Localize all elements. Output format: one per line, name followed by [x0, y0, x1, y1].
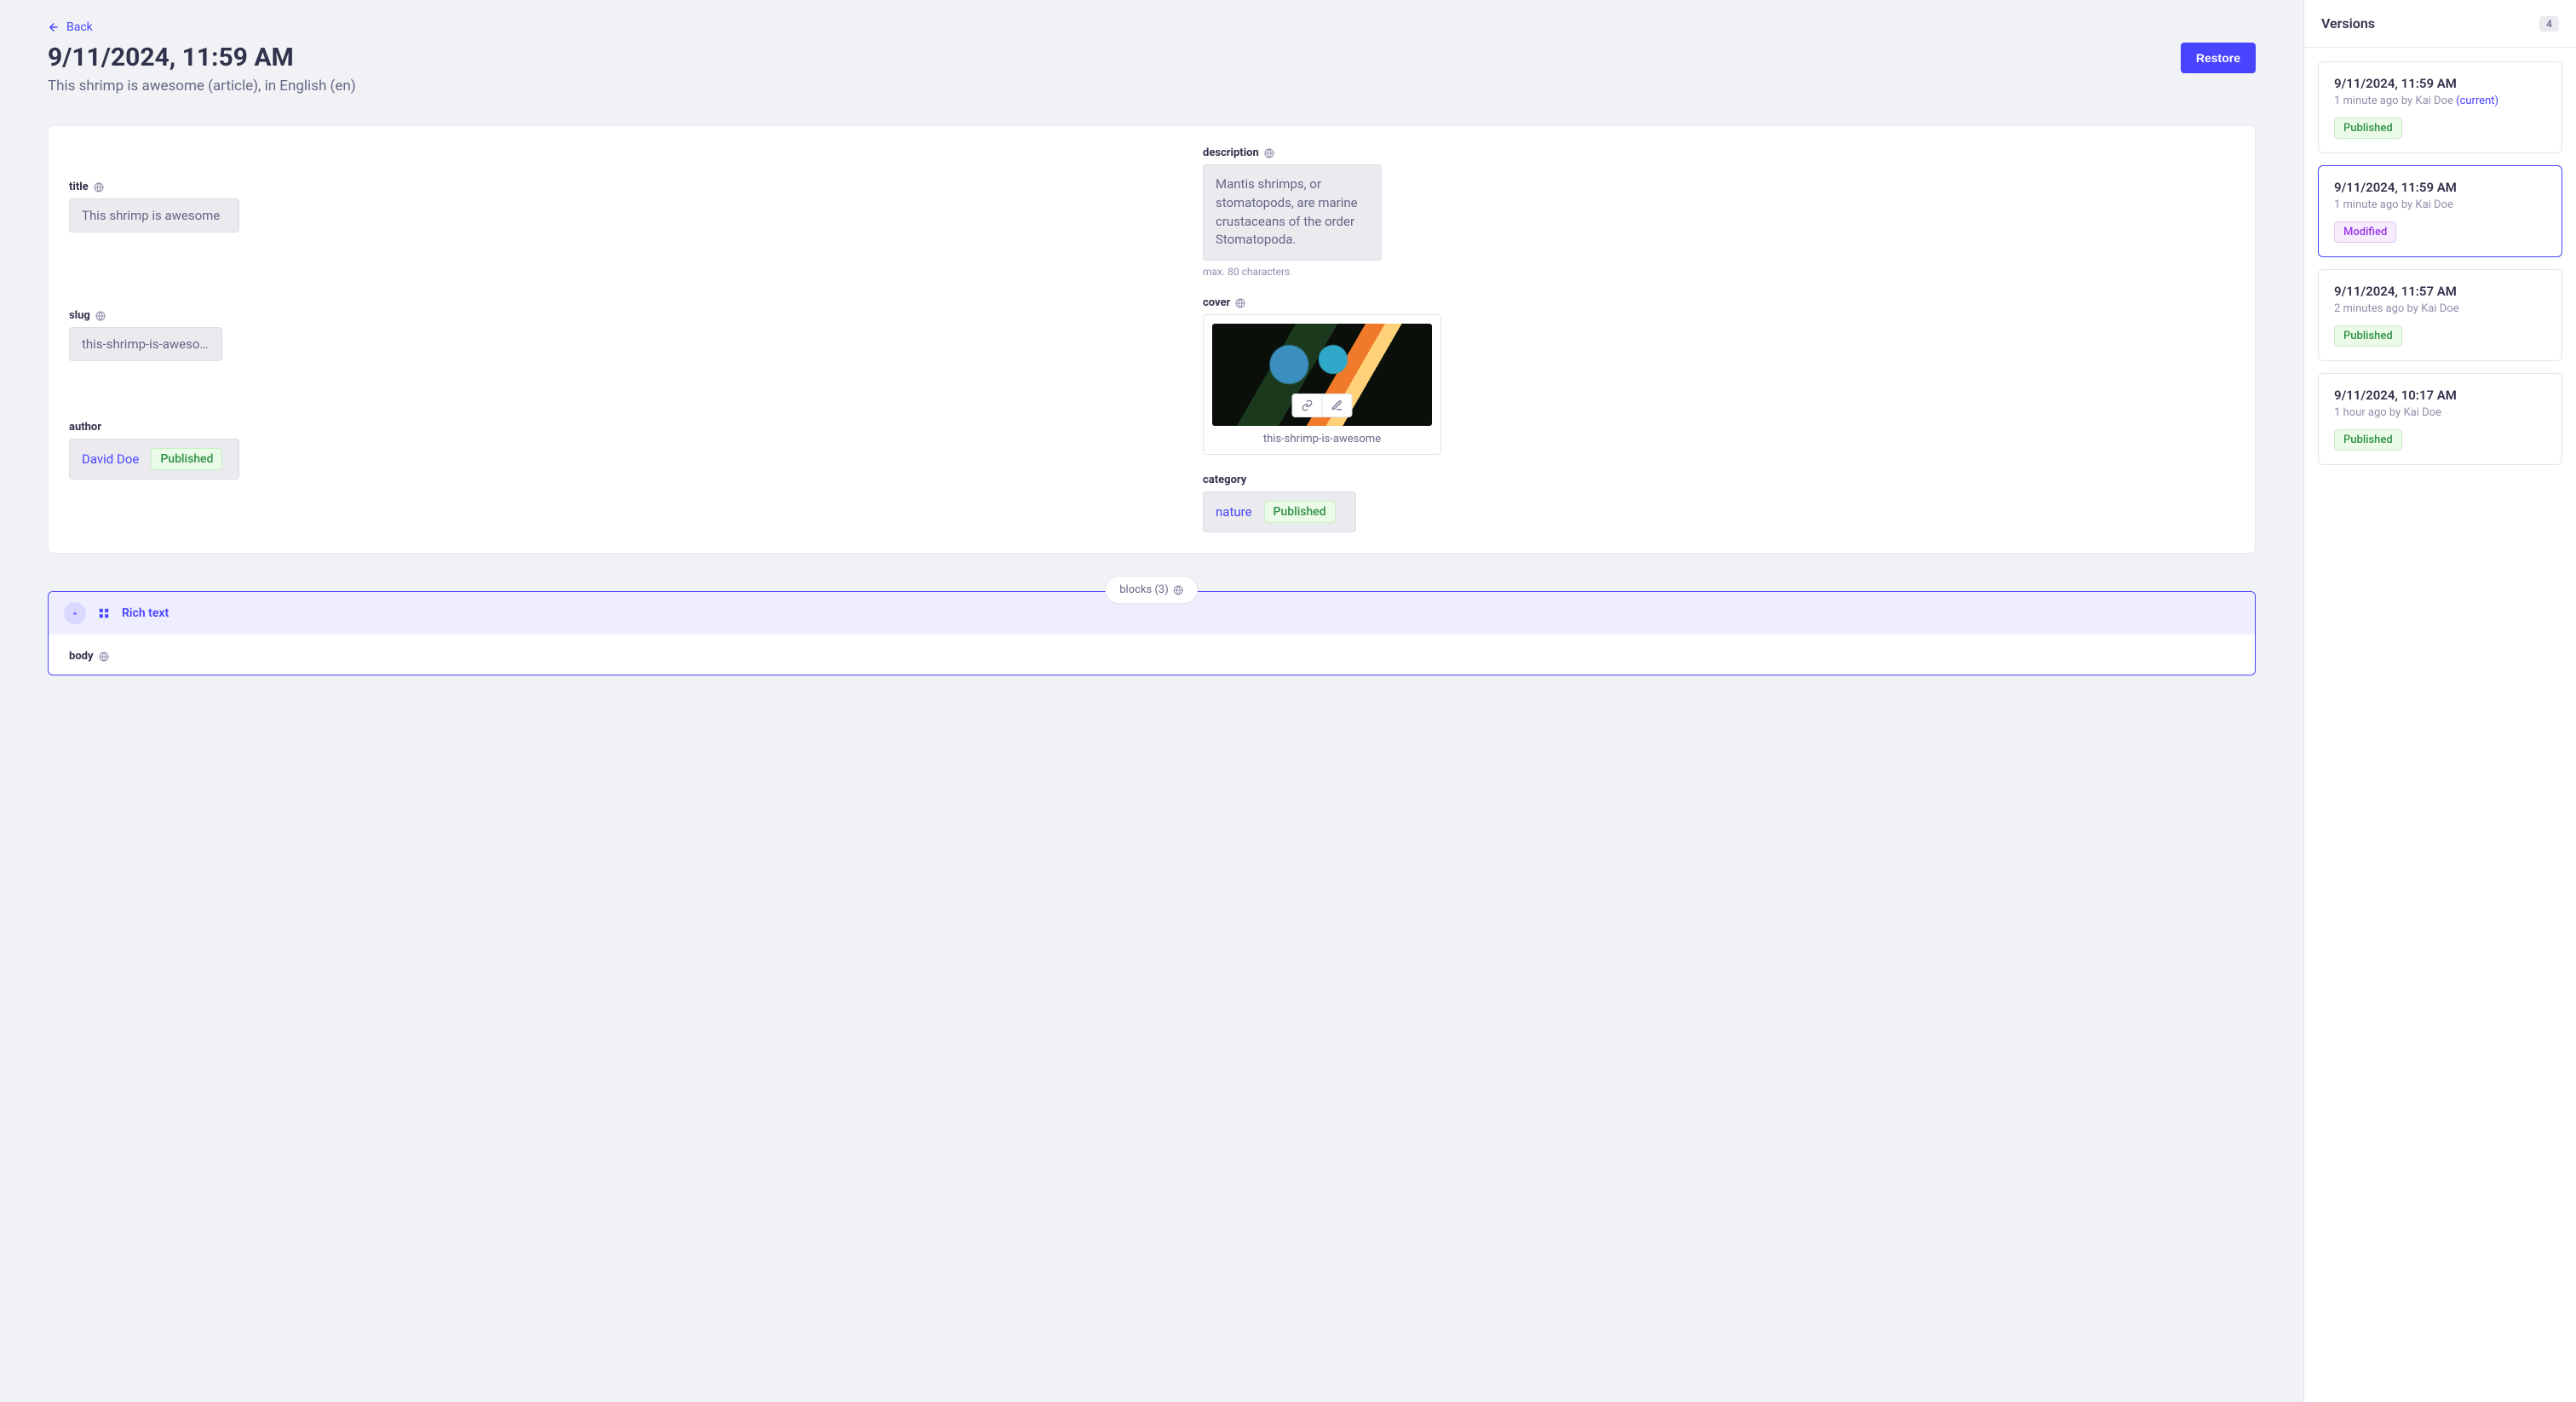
cover-media-box: this-shrimp-is-awesome [1203, 314, 1441, 455]
category-link[interactable]: nature [1216, 504, 1252, 520]
back-label: Back [66, 20, 93, 34]
pencil-icon [1331, 399, 1343, 411]
category-label: category [1203, 474, 1246, 486]
page-title: 9/11/2024, 11:59 AM [48, 43, 356, 72]
blocks-pill: blocks (3) [1105, 576, 1198, 604]
category-relation: nature Published [1203, 491, 1356, 532]
author-link[interactable]: David Doe [82, 451, 139, 467]
version-title: 9/11/2024, 11:59 AM [2334, 76, 2546, 91]
version-current-marker: (current) [2456, 95, 2498, 107]
description-hint: max. 80 characters [1203, 266, 2234, 278]
version-subtext: 1 minute ago by Kai Doe (current) [2334, 95, 2546, 107]
version-card[interactable]: 9/11/2024, 11:57 AM 2 minutes ago by Kai … [2318, 269, 2562, 361]
version-subtext: 1 minute ago by Kai Doe [2334, 198, 2546, 211]
title-field: This shrimp is awesome [69, 198, 239, 233]
version-status-badge: Published [2334, 429, 2402, 451]
block-type-label: Rich text [122, 606, 169, 620]
version-card[interactable]: 9/11/2024, 11:59 AM 1 minute ago by Kai D… [2318, 165, 2562, 257]
globe-icon [94, 182, 104, 192]
version-card[interactable]: 9/11/2024, 10:17 AM 1 hour ago by Kai Doe… [2318, 373, 2562, 465]
description-label: description [1203, 147, 1259, 159]
version-status-badge: Published [2334, 118, 2402, 139]
blocks-pill-label: blocks (3) [1119, 583, 1168, 596]
globe-icon [1235, 298, 1245, 308]
version-title: 9/11/2024, 11:59 AM [2334, 180, 2546, 195]
author-status-badge: Published [151, 448, 222, 470]
cover-image [1212, 324, 1432, 426]
block-collapse-button[interactable] [64, 602, 86, 624]
globe-icon [1264, 148, 1274, 158]
versions-heading: Versions [2321, 15, 2375, 32]
slug-label: slug [69, 309, 90, 322]
globe-icon [95, 311, 106, 321]
author-label: author [69, 421, 101, 434]
version-subtext: 2 minutes ago by Kai Doe [2334, 302, 2546, 315]
cover-caption: this-shrimp-is-awesome [1212, 433, 1432, 445]
version-status-badge: Published [2334, 325, 2402, 347]
author-relation: David Doe Published [69, 439, 239, 480]
slug-field: this-shrimp-is-awesome [69, 327, 222, 361]
cover-link-button[interactable] [1293, 394, 1322, 417]
category-status-badge: Published [1264, 501, 1336, 523]
versions-count-badge: 4 [2539, 16, 2559, 32]
restore-button[interactable]: Restore [2181, 43, 2256, 73]
version-subtext: 1 hour ago by Kai Doe [2334, 406, 2546, 419]
version-title: 9/11/2024, 10:17 AM [2334, 388, 2546, 403]
version-title: 9/11/2024, 11:57 AM [2334, 284, 2546, 299]
version-card[interactable]: 9/11/2024, 11:59 AM 1 minute ago by Kai D… [2318, 61, 2562, 153]
globe-icon [99, 652, 109, 662]
title-label: title [69, 181, 89, 193]
description-field: Mantis shrimps, or stomatopods, are mari… [1203, 164, 1382, 261]
version-status-badge: Modified [2334, 221, 2396, 243]
grid-icon [98, 607, 110, 619]
cover-edit-button[interactable] [1322, 394, 1352, 417]
page-subtitle: This shrimp is awesome (article), in Eng… [48, 78, 356, 95]
link-icon [1302, 399, 1314, 411]
body-label: body [69, 650, 94, 663]
back-link[interactable]: Back [48, 20, 93, 34]
arrow-left-icon [48, 21, 60, 33]
cover-label: cover [1203, 296, 1230, 309]
chevron-up-icon [71, 609, 79, 618]
globe-icon [1174, 585, 1184, 595]
